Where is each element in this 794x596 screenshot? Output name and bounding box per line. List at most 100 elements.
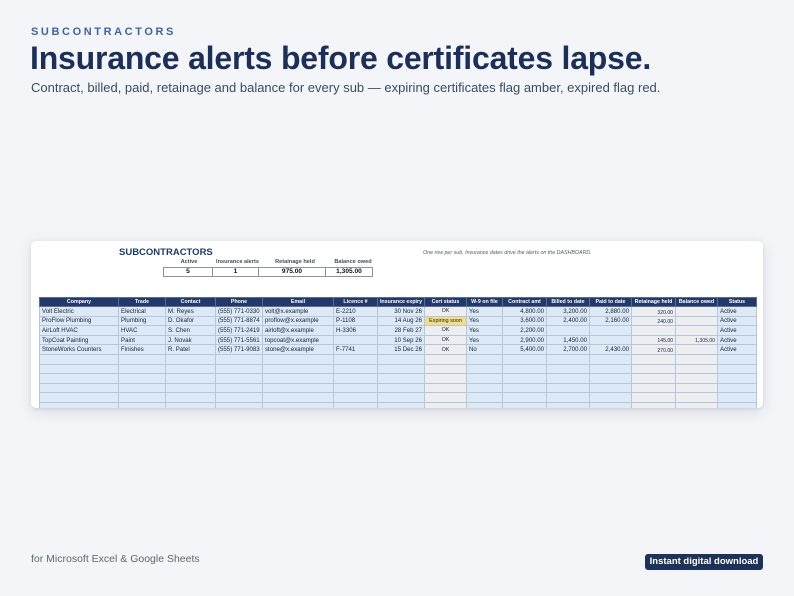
cell-balance-owed[interactable]: [675, 306, 718, 317]
cell-contact[interactable]: [165, 382, 216, 394]
column-header-contact[interactable]: Contact: [165, 297, 216, 307]
cell-phone[interactable]: [215, 373, 263, 384]
cell-trade[interactable]: HVAC: [118, 325, 166, 336]
cell-status[interactable]: [717, 392, 757, 403]
cell-billed-to-date[interactable]: [546, 353, 590, 365]
cell-phone[interactable]: [215, 353, 263, 365]
cell-retainage-held[interactable]: [631, 363, 676, 375]
cell-cert-status[interactable]: OK: [424, 325, 467, 336]
cell-company[interactable]: [39, 353, 119, 365]
cell-cert-status[interactable]: [424, 373, 467, 384]
cell-balance-owed[interactable]: [675, 382, 718, 394]
cell-company[interactable]: Volt Electric: [39, 306, 119, 317]
column-header-contract-amt[interactable]: Contract amt: [502, 297, 547, 307]
cell-company[interactable]: [39, 392, 119, 403]
cell-paid-to-date[interactable]: [589, 373, 632, 384]
column-header-billed-to-date[interactable]: Billed to date: [546, 297, 590, 307]
cell-licence[interactable]: E-2210: [333, 306, 378, 317]
cell-status[interactable]: [717, 401, 757, 408]
cell-status[interactable]: [717, 363, 757, 375]
cell-trade[interactable]: [118, 353, 166, 365]
cell-trade[interactable]: [118, 382, 166, 394]
cell-contact[interactable]: [165, 363, 216, 375]
cell-balance-owed[interactable]: [675, 401, 718, 408]
cell-status[interactable]: Active: [717, 334, 757, 346]
cell-company[interactable]: [39, 363, 119, 375]
cell-cert-status[interactable]: [424, 401, 467, 408]
cell-licence[interactable]: F-7741: [333, 344, 378, 355]
cell-w-9-on-file[interactable]: [466, 382, 503, 394]
cell-licence[interactable]: P-1108: [333, 315, 378, 327]
cell-billed-to-date[interactable]: 3,200.00: [546, 306, 590, 317]
cell-retainage-held[interactable]: [631, 373, 676, 384]
cell-email[interactable]: [262, 353, 334, 365]
cell-trade[interactable]: [118, 373, 166, 384]
column-header-trade[interactable]: Trade: [118, 297, 166, 307]
cell-contact[interactable]: [165, 392, 216, 403]
cell-contact[interactable]: [165, 353, 216, 365]
cell-paid-to-date[interactable]: [589, 382, 632, 394]
cell-licence[interactable]: [333, 363, 378, 375]
cell-licence[interactable]: [333, 382, 378, 394]
cell-billed-to-date[interactable]: [546, 392, 590, 403]
cell-status[interactable]: [717, 373, 757, 384]
cell-status[interactable]: Active: [717, 306, 757, 317]
cell-company[interactable]: StoneWorks Counters: [39, 344, 119, 355]
cell-w-9-on-file[interactable]: [466, 363, 503, 375]
cell-company[interactable]: [39, 382, 119, 394]
cell-insurance-expiry[interactable]: [377, 392, 425, 403]
cell-phone[interactable]: [215, 392, 263, 403]
column-header-status[interactable]: Status: [717, 297, 757, 307]
cell-balance-owed[interactable]: [675, 392, 718, 403]
cell-contact[interactable]: J. Novak: [165, 334, 216, 346]
cell-licence[interactable]: H-3306: [333, 325, 378, 336]
cell-email[interactable]: [262, 382, 334, 394]
cell-status[interactable]: [717, 353, 757, 365]
cell-email[interactable]: [262, 363, 334, 375]
cell-cert-status[interactable]: Expiring soon: [424, 315, 467, 327]
cell-w-9-on-file[interactable]: [466, 353, 503, 365]
kpi-value-retainage-held[interactable]: 975.00: [258, 267, 326, 277]
kpi-value-balance-owed[interactable]: 1,305.00: [325, 267, 373, 277]
cell-phone[interactable]: [215, 382, 263, 394]
cell-insurance-expiry[interactable]: 28 Feb 27: [377, 325, 425, 336]
cell-retainage-held[interactable]: 270.00: [631, 344, 676, 355]
cell-billed-to-date[interactable]: 2,700.00: [546, 344, 590, 355]
cell-trade[interactable]: Paint: [118, 334, 166, 346]
cell-billed-to-date[interactable]: [546, 401, 590, 408]
instant-download-badge[interactable]: Instant digital download: [645, 554, 763, 570]
cell-company[interactable]: [39, 401, 119, 408]
cell-insurance-expiry[interactable]: 30 Nov 26: [377, 306, 425, 317]
cell-billed-to-date[interactable]: 2,400.00: [546, 315, 590, 327]
cell-w-9-on-file[interactable]: [466, 392, 503, 403]
cell-cert-status[interactable]: [424, 363, 467, 375]
cell-balance-owed[interactable]: [675, 363, 718, 375]
cell-billed-to-date[interactable]: [546, 325, 590, 336]
cell-paid-to-date[interactable]: 2,430.00: [589, 344, 632, 355]
cell-contract-amt[interactable]: 4,800.00: [502, 306, 547, 317]
column-header-retainage-held[interactable]: Retainage held: [631, 297, 676, 307]
cell-contract-amt[interactable]: [502, 401, 547, 408]
cell-balance-owed[interactable]: [675, 315, 718, 327]
cell-contract-amt[interactable]: 2,900.00: [502, 334, 547, 346]
cell-phone[interactable]: [215, 363, 263, 375]
cell-billed-to-date[interactable]: 1,450.00: [546, 334, 590, 346]
cell-contract-amt[interactable]: [502, 353, 547, 365]
cell-insurance-expiry[interactable]: [377, 353, 425, 365]
cell-cert-status[interactable]: [424, 392, 467, 403]
cell-billed-to-date[interactable]: [546, 382, 590, 394]
cell-contract-amt[interactable]: 2,200.00: [502, 325, 547, 336]
cell-w-9-on-file[interactable]: Yes: [466, 334, 503, 346]
cell-retainage-held[interactable]: 145.00: [631, 334, 676, 346]
cell-insurance-expiry[interactable]: 10 Sep 26: [377, 334, 425, 346]
cell-status[interactable]: [717, 382, 757, 394]
cell-email[interactable]: [262, 373, 334, 384]
column-header-phone[interactable]: Phone: [215, 297, 263, 307]
cell-phone[interactable]: (555) 771-0330: [215, 306, 263, 317]
cell-status[interactable]: Active: [717, 344, 757, 355]
cell-paid-to-date[interactable]: [589, 334, 632, 346]
cell-licence[interactable]: [333, 334, 378, 346]
kpi-value-insurance-alerts[interactable]: 1: [212, 267, 259, 277]
cell-cert-status[interactable]: OK: [424, 306, 467, 317]
cell-trade[interactable]: [118, 401, 166, 408]
